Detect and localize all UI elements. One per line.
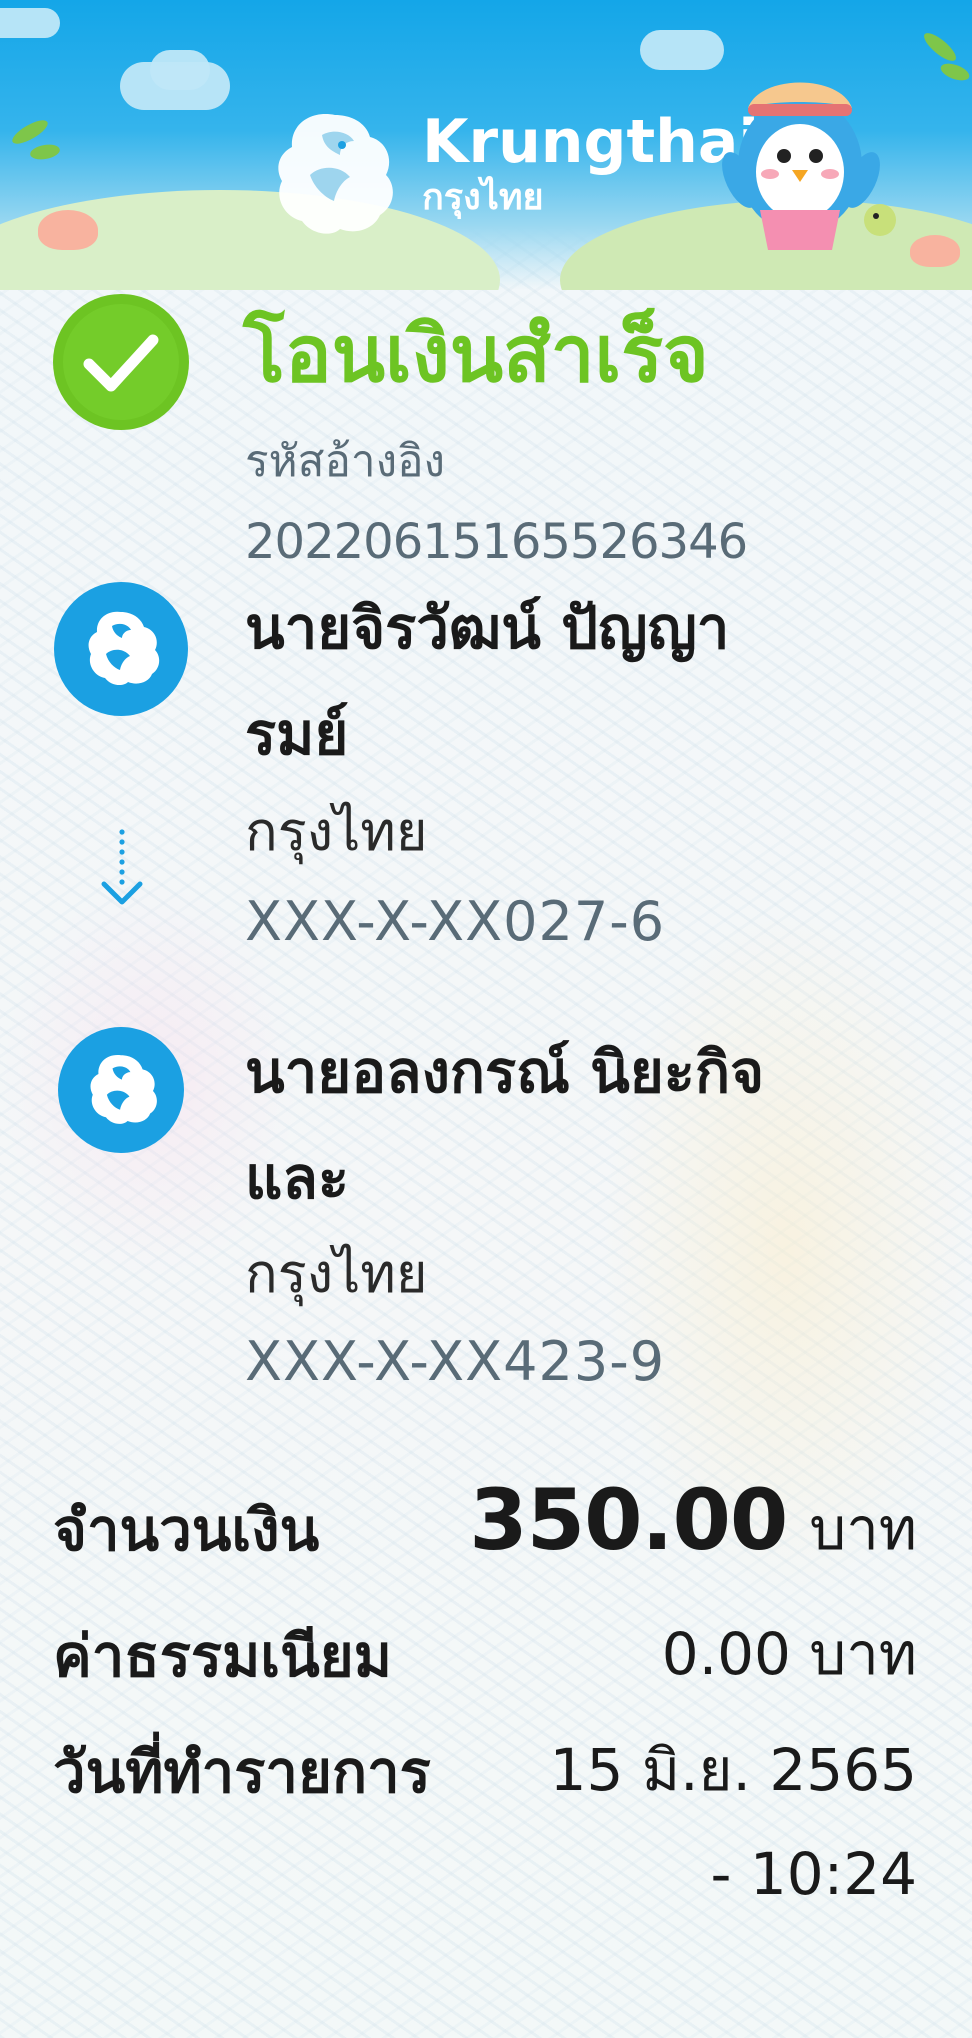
krungthai-bird-icon	[90, 1054, 157, 1124]
amount-unit: บาท	[809, 1495, 917, 1563]
fee-label: ค่าธรรมเนียม	[53, 1622, 392, 1690]
receiver-name-line1: นายอลงกรณ์ นิยะกิจ	[245, 1038, 765, 1106]
sender-bank-name: กรุงไทย	[245, 800, 428, 863]
arrow-down-icon	[101, 829, 143, 905]
slip-header: Krungthai กรุงไทย	[0, 0, 972, 290]
flower	[38, 210, 98, 250]
transaction-date-value: 15 มิ.ย. 2565	[549, 1736, 917, 1804]
receiver-account-number: XXX-X-XX423-9	[245, 1330, 666, 1393]
sender-name-line2: รมย์	[245, 700, 349, 768]
sender-account-number: XXX-X-XX027-6	[245, 890, 666, 953]
flower	[910, 235, 960, 267]
transfer-success-title: โอนเงินสำเร็จ	[243, 310, 709, 400]
amount-value: 350.00 บาท	[469, 1478, 917, 1584]
reference-number: 2022061516552634​6	[245, 514, 748, 570]
check-circle-icon	[53, 294, 189, 430]
receiver-name-line2: และ	[245, 1144, 350, 1212]
amount-number: 350.00	[469, 1471, 788, 1569]
amount-label: จำนวนเงิน	[53, 1496, 320, 1564]
transaction-date-label: วันที่ทำรายการ	[53, 1738, 431, 1806]
krungthai-bird-logo-icon	[278, 114, 393, 234]
receiver-bank-logo	[58, 1027, 184, 1153]
fee-value: 0.00 บาท	[661, 1620, 917, 1688]
krungthai-bird-icon	[88, 611, 160, 686]
transaction-time-value: - 10:24	[710, 1840, 917, 1908]
sender-name-line1: นายจิรวัฒน์ ปัญญา	[245, 594, 730, 662]
cloud	[150, 50, 210, 90]
receiver-bank-name: กรุงไทย	[245, 1242, 428, 1305]
cloud	[0, 8, 60, 38]
bird-mascot-icon	[722, 82, 896, 250]
reference-label: รหัสอ้างอิง	[245, 436, 446, 487]
sender-bank-logo	[54, 582, 188, 716]
